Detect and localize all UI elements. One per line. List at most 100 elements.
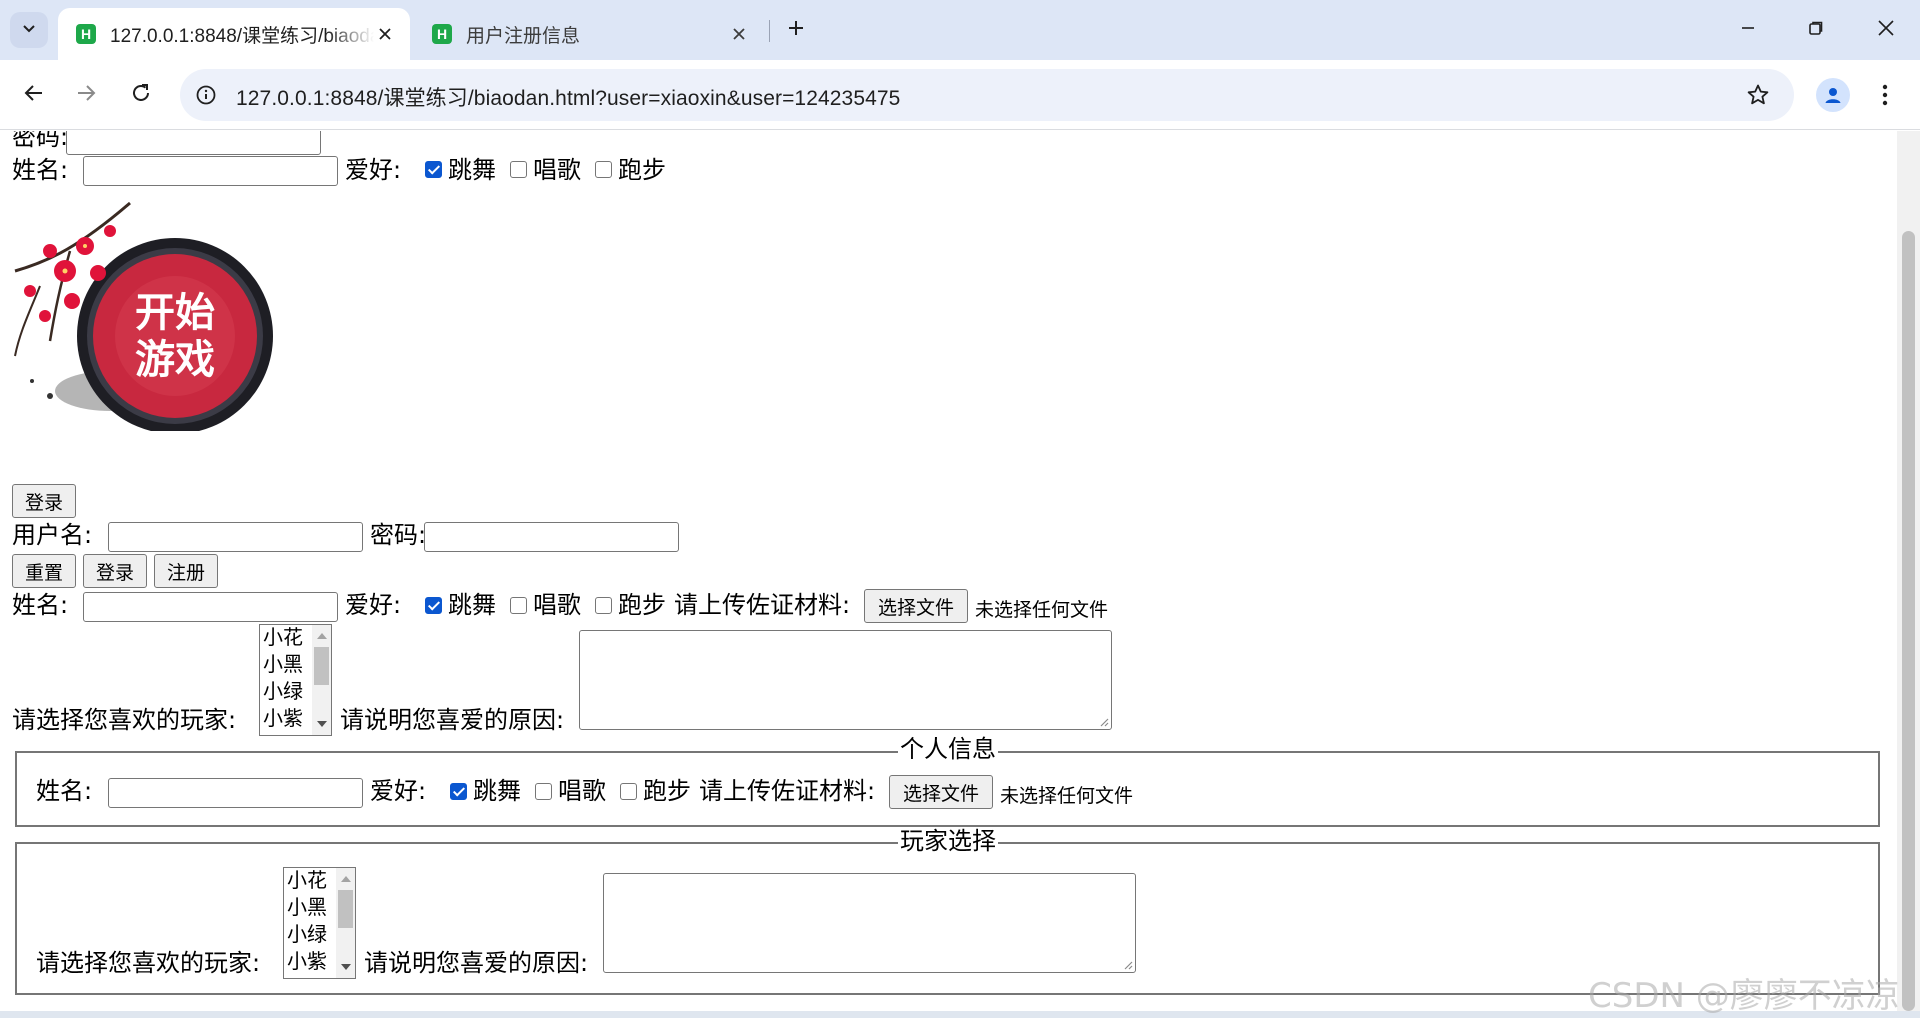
tab-divider: [769, 20, 770, 42]
name-label: 姓名:: [12, 591, 69, 619]
hobby-sing-label: 唱歌: [558, 777, 606, 805]
hobby-run-label: 跑步: [618, 156, 666, 184]
hobby-dance-checkbox[interactable]: [425, 597, 442, 614]
hobby-run-label: 跑步: [643, 777, 691, 805]
menu-icon[interactable]: [1870, 78, 1900, 112]
hobby-sing-checkbox[interactable]: [510, 597, 527, 614]
login-button[interactable]: 登录: [12, 484, 76, 518]
tab-title: 用户注册信息: [466, 25, 581, 47]
hobby-dance-checkbox[interactable]: [425, 161, 442, 178]
player-option[interactable]: 小紫: [287, 950, 327, 972]
info-icon[interactable]: [194, 83, 218, 107]
minimize-icon: [1740, 20, 1756, 41]
player-option[interactable]: 小黑: [263, 653, 303, 675]
profile-avatar-icon[interactable]: [1816, 78, 1850, 112]
reason-label: 请说明您喜爱的原因:: [364, 949, 589, 977]
player-label: 请选择您喜欢的玩家:: [12, 706, 237, 734]
player-select[interactable]: 小花 小黑 小绿 小紫: [283, 867, 356, 979]
listbox-scrollbar[interactable]: [312, 625, 331, 735]
scrollbar-thumb[interactable]: [338, 890, 353, 928]
back-button[interactable]: [16, 77, 52, 113]
password-input[interactable]: [424, 522, 679, 552]
resize-grip-icon[interactable]: [1123, 960, 1133, 970]
resize-grip-icon[interactable]: [1099, 717, 1109, 727]
hobby-label: 爱好:: [345, 591, 402, 619]
tab-strip: H 127.0.0.1:8848/课堂练习/biaodan.html?user=…: [0, 0, 1920, 60]
close-window-button[interactable]: [1866, 10, 1906, 50]
hobby-dance-label: 跳舞: [448, 591, 496, 619]
name-input[interactable]: [108, 778, 363, 808]
close-icon[interactable]: [728, 23, 750, 45]
chevron-down-icon: [21, 20, 37, 41]
start-game-image-text-bottom: 游戏: [135, 336, 215, 383]
scrollbar-thumb[interactable]: [314, 647, 329, 685]
name-input[interactable]: [83, 156, 338, 186]
hobby-sing-label: 唱歌: [533, 591, 581, 619]
tab-title: 127.0.0.1:8848/课堂练习/biaodan.html?user=xi…: [110, 25, 374, 47]
reset-button[interactable]: 重置: [12, 554, 76, 588]
name-label: 姓名:: [36, 777, 93, 805]
name-label: 姓名:: [12, 156, 69, 184]
login-button[interactable]: 登录: [83, 554, 147, 588]
tab-inactive[interactable]: H 用户注册信息: [414, 8, 764, 60]
forward-button[interactable]: [68, 77, 104, 113]
hobby-dance-checkbox[interactable]: [450, 783, 467, 800]
choose-file-button[interactable]: 选择文件: [889, 775, 993, 809]
scroll-up-arrow-icon[interactable]: [341, 876, 351, 882]
start-game-image-text-top: 开始: [135, 289, 215, 336]
hobby-sing-checkbox[interactable]: [535, 783, 552, 800]
password-input[interactable]: [66, 131, 321, 155]
hobby-sing-checkbox[interactable]: [510, 161, 527, 178]
new-tab-button[interactable]: [780, 14, 812, 46]
hbuilder-favicon-icon: H: [76, 24, 96, 44]
player-option[interactable]: 小花: [263, 626, 303, 648]
tab-active[interactable]: H 127.0.0.1:8848/课堂练习/biaodan.html?user=…: [58, 8, 410, 60]
reload-button[interactable]: [123, 77, 159, 113]
hobby-label: 爱好:: [345, 156, 402, 184]
hobby-dance-label: 跳舞: [473, 777, 521, 805]
minimize-button[interactable]: [1728, 10, 1768, 50]
reason-label: 请说明您喜爱的原因:: [340, 706, 565, 734]
password-label: 密码:: [370, 521, 427, 549]
hobby-run-checkbox[interactable]: [595, 161, 612, 178]
scroll-down-arrow-icon[interactable]: [341, 964, 351, 970]
reason-textarea[interactable]: [579, 630, 1112, 730]
page-scrollbar[interactable]: [1897, 131, 1920, 1011]
upload-label: 请上传佐证材料:: [699, 777, 876, 805]
bookmark-star-icon[interactable]: [1744, 81, 1772, 109]
restore-button[interactable]: [1796, 10, 1836, 50]
player-option[interactable]: 小黑: [287, 896, 327, 918]
scroll-up-arrow-icon[interactable]: [317, 633, 327, 639]
hobby-run-checkbox[interactable]: [595, 597, 612, 614]
upload-label: 请上传佐证材料:: [674, 591, 851, 619]
player-option[interactable]: 小绿: [287, 923, 327, 945]
start-game-image[interactable]: 开始 游戏: [10, 191, 280, 434]
hobby-run-checkbox[interactable]: [620, 783, 637, 800]
scroll-down-arrow-icon[interactable]: [317, 721, 327, 727]
url-text[interactable]: 127.0.0.1:8848/课堂练习/biaodan.html?user=xi…: [236, 82, 900, 112]
tab-search-button[interactable]: [10, 12, 48, 48]
player-select[interactable]: 小花 小黑 小绿 小紫: [259, 624, 332, 736]
file-status: 未选择任何文件: [975, 599, 1109, 621]
close-icon[interactable]: [374, 23, 396, 45]
name-input[interactable]: [83, 592, 338, 622]
player-option[interactable]: 小花: [287, 869, 327, 891]
hobby-label: 爱好:: [370, 777, 427, 805]
scrollbar-thumb[interactable]: [1902, 231, 1915, 1011]
page-viewport: 密码: 姓名: 爱好: 跳舞 唱歌 跑步 开始 游戏 登录 用户名: 密码: 重…: [0, 131, 1897, 1011]
close-icon: [1877, 19, 1895, 42]
choose-file-button[interactable]: 选择文件: [864, 589, 968, 623]
player-option[interactable]: 小绿: [263, 680, 303, 702]
register-button[interactable]: 注册: [154, 554, 218, 588]
arrow-right-icon: [75, 82, 97, 109]
hbuilder-favicon-icon: H: [432, 24, 452, 44]
listbox-scrollbar[interactable]: [336, 868, 355, 978]
hobby-sing-label: 唱歌: [533, 156, 581, 184]
address-bar[interactable]: 127.0.0.1:8848/课堂练习/biaodan.html?user=xi…: [180, 69, 1794, 121]
reason-textarea[interactable]: [603, 873, 1136, 973]
fieldset-legend: 个人信息: [898, 735, 998, 763]
username-input[interactable]: [108, 522, 363, 552]
csdn-watermark: CSDN @廖廖不凉凉: [1588, 976, 1900, 1016]
hobby-run-label: 跑步: [618, 591, 666, 619]
player-option[interactable]: 小紫: [263, 707, 303, 729]
